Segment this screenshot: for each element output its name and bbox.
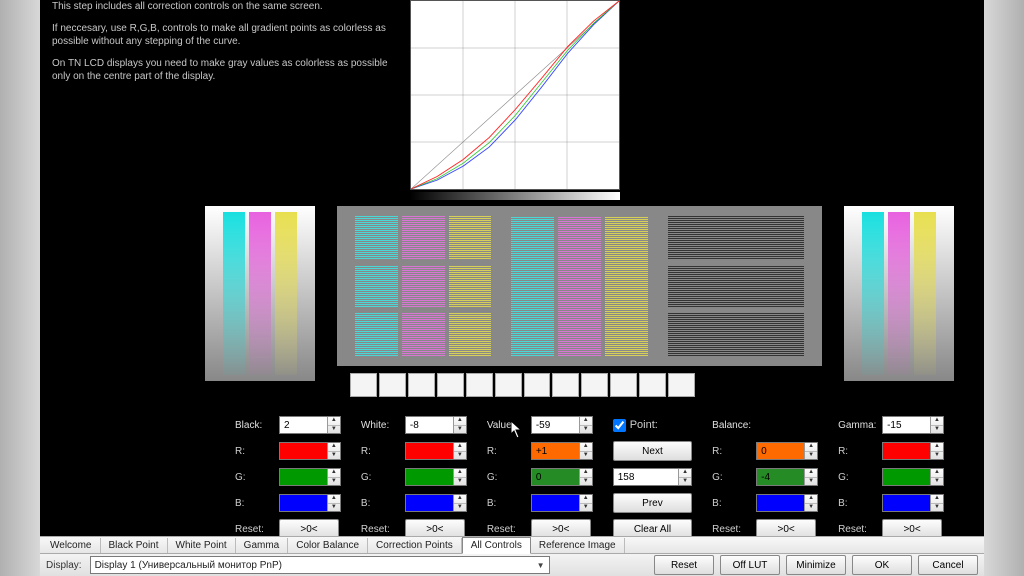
gamma-g-input[interactable]: ▲▼ <box>882 468 944 486</box>
left-gradient-preview <box>205 206 315 381</box>
reset-button[interactable]: Reset <box>654 555 714 575</box>
footer-buttons: Reset Off LUT Minimize OK Cancel <box>654 555 978 575</box>
instructions-p1: This step includes all correction contro… <box>52 0 392 14</box>
point-column: Point: Next 158 ▲▼ Prev Clear All <box>613 415 692 539</box>
r-label: R: <box>235 446 279 457</box>
value-label: Value: <box>487 420 531 431</box>
curve-gradient-bar <box>410 192 620 200</box>
spin-up-icon[interactable]: ▲ <box>328 417 340 426</box>
point-label: Point: <box>630 419 658 431</box>
black-input[interactable]: 2 ▲▼ <box>279 416 341 434</box>
black-column: Black: 2 ▲▼ R: ▲▼ G: ▲▼ B: ▲▼ Reset: >0< <box>235 415 341 539</box>
right-gradient-preview <box>844 206 954 381</box>
controls-panel: Black: 2 ▲▼ R: ▲▼ G: ▲▼ B: ▲▼ Reset: >0<… <box>235 415 944 539</box>
black-r-input[interactable]: ▲▼ <box>279 442 341 460</box>
white-b-input[interactable]: ▲▼ <box>405 494 467 512</box>
cancel-button[interactable]: Cancel <box>918 555 978 575</box>
white-column: White: -8 ▲▼ R: ▲▼ G: ▲▼ B: ▲▼ Reset: >0… <box>361 415 467 539</box>
curve-chart <box>410 0 620 190</box>
display-label: Display: <box>46 560 82 571</box>
instructions-text: This step includes all correction contro… <box>52 0 392 92</box>
black-b-input[interactable]: ▲▼ <box>279 494 341 512</box>
gamma-column: Gamma: -15 ▲▼ R: ▲▼ G: ▲▼ B: ▲▼ Reset: >… <box>838 415 944 539</box>
reset-label: Reset: <box>235 524 279 535</box>
display-select[interactable]: Display 1 (Универсальный монитор PnP) ▼ <box>90 556 550 574</box>
off-lut-button[interactable]: Off LUT <box>720 555 780 575</box>
letterbox-right <box>984 0 1024 576</box>
value-g-input[interactable]: 0 ▲▼ <box>531 468 593 486</box>
center-test-pattern <box>337 206 822 366</box>
white-r-input[interactable]: ▲▼ <box>405 442 467 460</box>
step-input[interactable]: 158 ▲▼ <box>613 468 692 486</box>
tab-bar: WelcomeBlack PointWhite PointGammaColor … <box>40 536 984 554</box>
tab-correction-points[interactable]: Correction Points <box>368 538 462 553</box>
balance-label: Balance: <box>712 420 772 431</box>
gamma-input[interactable]: -15 ▲▼ <box>882 416 944 434</box>
white-label: White: <box>361 420 405 431</box>
instructions-p3: On TN LCD displays you need to make gray… <box>52 57 392 84</box>
balance-r-input[interactable]: 0 ▲▼ <box>756 442 818 460</box>
tab-gamma[interactable]: Gamma <box>236 538 289 553</box>
display-value: Display 1 (Универсальный монитор PnP) <box>95 560 282 571</box>
tab-reference-image[interactable]: Reference Image <box>531 538 625 553</box>
value-r-input[interactable]: +1 ▲▼ <box>531 442 593 460</box>
footer-bar: Display: Display 1 (Универсальный монито… <box>40 554 984 576</box>
ok-button[interactable]: OK <box>852 555 912 575</box>
point-checkbox[interactable] <box>613 419 626 432</box>
b-label: B: <box>235 498 279 509</box>
balance-g-input[interactable]: -4 ▲▼ <box>756 468 818 486</box>
tab-white-point[interactable]: White Point <box>168 538 236 553</box>
instructions-p2: If neccesary, use R,G,B, controls to mak… <box>52 22 392 49</box>
g-label: G: <box>235 472 279 483</box>
gamma-label: Gamma: <box>838 420 882 431</box>
white-input[interactable]: -8 ▲▼ <box>405 416 467 434</box>
black-label: Black: <box>235 420 279 431</box>
tab-color-balance[interactable]: Color Balance <box>288 538 368 553</box>
balance-column: Balance: R: 0 ▲▼ G: -4 ▲▼ B: ▲▼ Reset: >… <box>712 415 818 539</box>
gamma-r-input[interactable]: ▲▼ <box>882 442 944 460</box>
black-g-input[interactable]: ▲▼ <box>279 468 341 486</box>
gray-swatch-row <box>350 373 695 397</box>
spin-down-icon[interactable]: ▼ <box>328 426 340 434</box>
balance-b-input[interactable]: ▲▼ <box>756 494 818 512</box>
value-column: Value: -59 ▲▼ R: +1 ▲▼ G: 0 ▲▼ B: ▲▼ Res… <box>487 415 593 539</box>
tab-welcome[interactable]: Welcome <box>42 538 101 553</box>
value-input[interactable]: -59 ▲▼ <box>531 416 593 434</box>
minimize-button[interactable]: Minimize <box>786 555 846 575</box>
gamma-b-input[interactable]: ▲▼ <box>882 494 944 512</box>
tab-black-point[interactable]: Black Point <box>101 538 168 553</box>
chevron-down-icon: ▼ <box>537 561 545 570</box>
value-b-input[interactable]: ▲▼ <box>531 494 593 512</box>
next-button[interactable]: Next <box>613 441 692 461</box>
white-g-input[interactable]: ▲▼ <box>405 468 467 486</box>
prev-button[interactable]: Prev <box>613 493 692 513</box>
letterbox-left <box>0 0 40 576</box>
main-stage: This step includes all correction contro… <box>40 0 984 536</box>
tab-all-controls[interactable]: All Controls <box>462 537 531 554</box>
